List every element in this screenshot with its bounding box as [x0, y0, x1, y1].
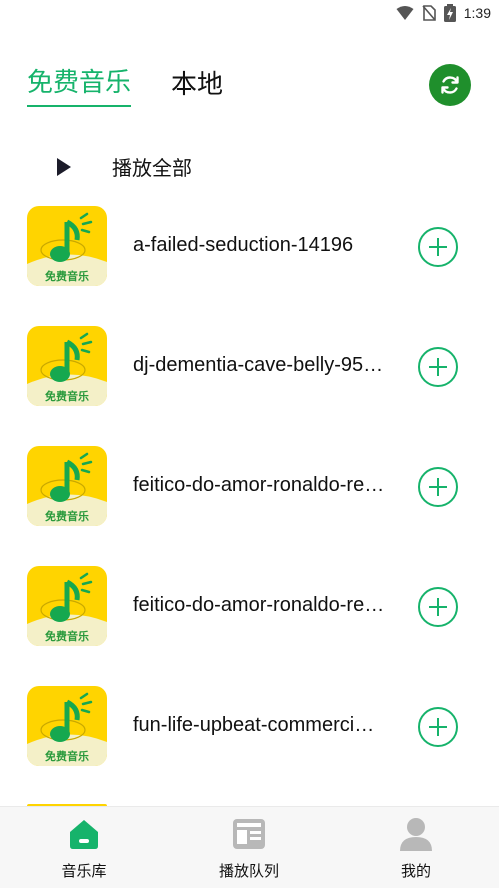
add-to-queue-icon[interactable]: [418, 467, 458, 507]
thumb-caption: 免费音乐: [45, 749, 89, 763]
nav-play-queue[interactable]: 播放队列: [189, 817, 309, 881]
song-thumbnail: 免费音乐: [27, 566, 107, 646]
thumb-caption: 免费音乐: [45, 509, 89, 523]
no-sim-icon: [422, 5, 436, 21]
bottom-nav: 音乐库 播放队列 我的: [0, 806, 499, 888]
song-title: dj-dementia-cave-belly-95…: [133, 354, 384, 376]
top-tabs: 免费音乐 本地: [27, 62, 223, 107]
battery-charging-icon: [443, 4, 456, 22]
thumb-caption: 免费音乐: [45, 629, 89, 643]
status-bar: 1:39: [0, 0, 499, 28]
play-all-label: 播放全部: [112, 158, 192, 180]
queue-icon: [233, 819, 265, 849]
song-item[interactable]: 免费音乐 a-failed-seduction-14196: [0, 206, 499, 288]
song-item[interactable]: 免费音乐 fun-life-upbeat-commerci…: [0, 686, 499, 768]
add-to-queue-icon[interactable]: [418, 707, 458, 747]
song-item[interactable]: 免费音乐 dj-dementia-cave-belly-95…: [0, 326, 499, 408]
song-title: a-failed-seduction-14196: [133, 234, 354, 256]
nav-mine[interactable]: 我的: [356, 817, 476, 881]
play-icon: [57, 157, 71, 176]
thumb-caption: 免费音乐: [45, 389, 89, 403]
tab-local[interactable]: 本地: [171, 64, 223, 107]
song-thumbnail: 免费音乐: [27, 686, 107, 766]
song-item[interactable]: 免费音乐 feitico-do-amor-ronaldo-re…: [0, 446, 499, 528]
add-to-queue-icon[interactable]: [418, 347, 458, 387]
song-title: feitico-do-amor-ronaldo-re…: [133, 474, 385, 496]
refresh-icon: [441, 76, 459, 94]
nav-label: 我的: [400, 863, 431, 880]
song-item[interactable]: 免费音乐 feitico-do-amor-ronaldo-re…: [0, 566, 499, 648]
nav-label: 播放队列: [218, 863, 279, 880]
song-title: fun-life-upbeat-commerci…: [133, 714, 375, 736]
thumb-caption: 免费音乐: [45, 269, 89, 283]
add-to-queue-icon[interactable]: [418, 227, 458, 267]
add-to-queue-icon[interactable]: [418, 587, 458, 627]
song-title: feitico-do-amor-ronaldo-re…: [133, 594, 385, 616]
tab-free-music[interactable]: 免费音乐: [27, 62, 132, 107]
song-thumbnail: 免费音乐: [27, 446, 107, 526]
play-all-row[interactable]: 播放全部: [56, 152, 192, 181]
song-thumbnail: 免费音乐: [27, 206, 107, 286]
status-time: 1:39: [463, 5, 491, 21]
nav-music-library[interactable]: 音乐库: [24, 817, 144, 881]
status-icons: 1:39: [396, 4, 491, 22]
song-thumbnail: 免费音乐: [27, 326, 107, 406]
refresh-button[interactable]: [429, 64, 471, 106]
user-icon: [400, 818, 432, 851]
nav-label: 音乐库: [61, 863, 107, 880]
home-icon: [70, 820, 98, 849]
wifi-icon: [396, 6, 414, 20]
